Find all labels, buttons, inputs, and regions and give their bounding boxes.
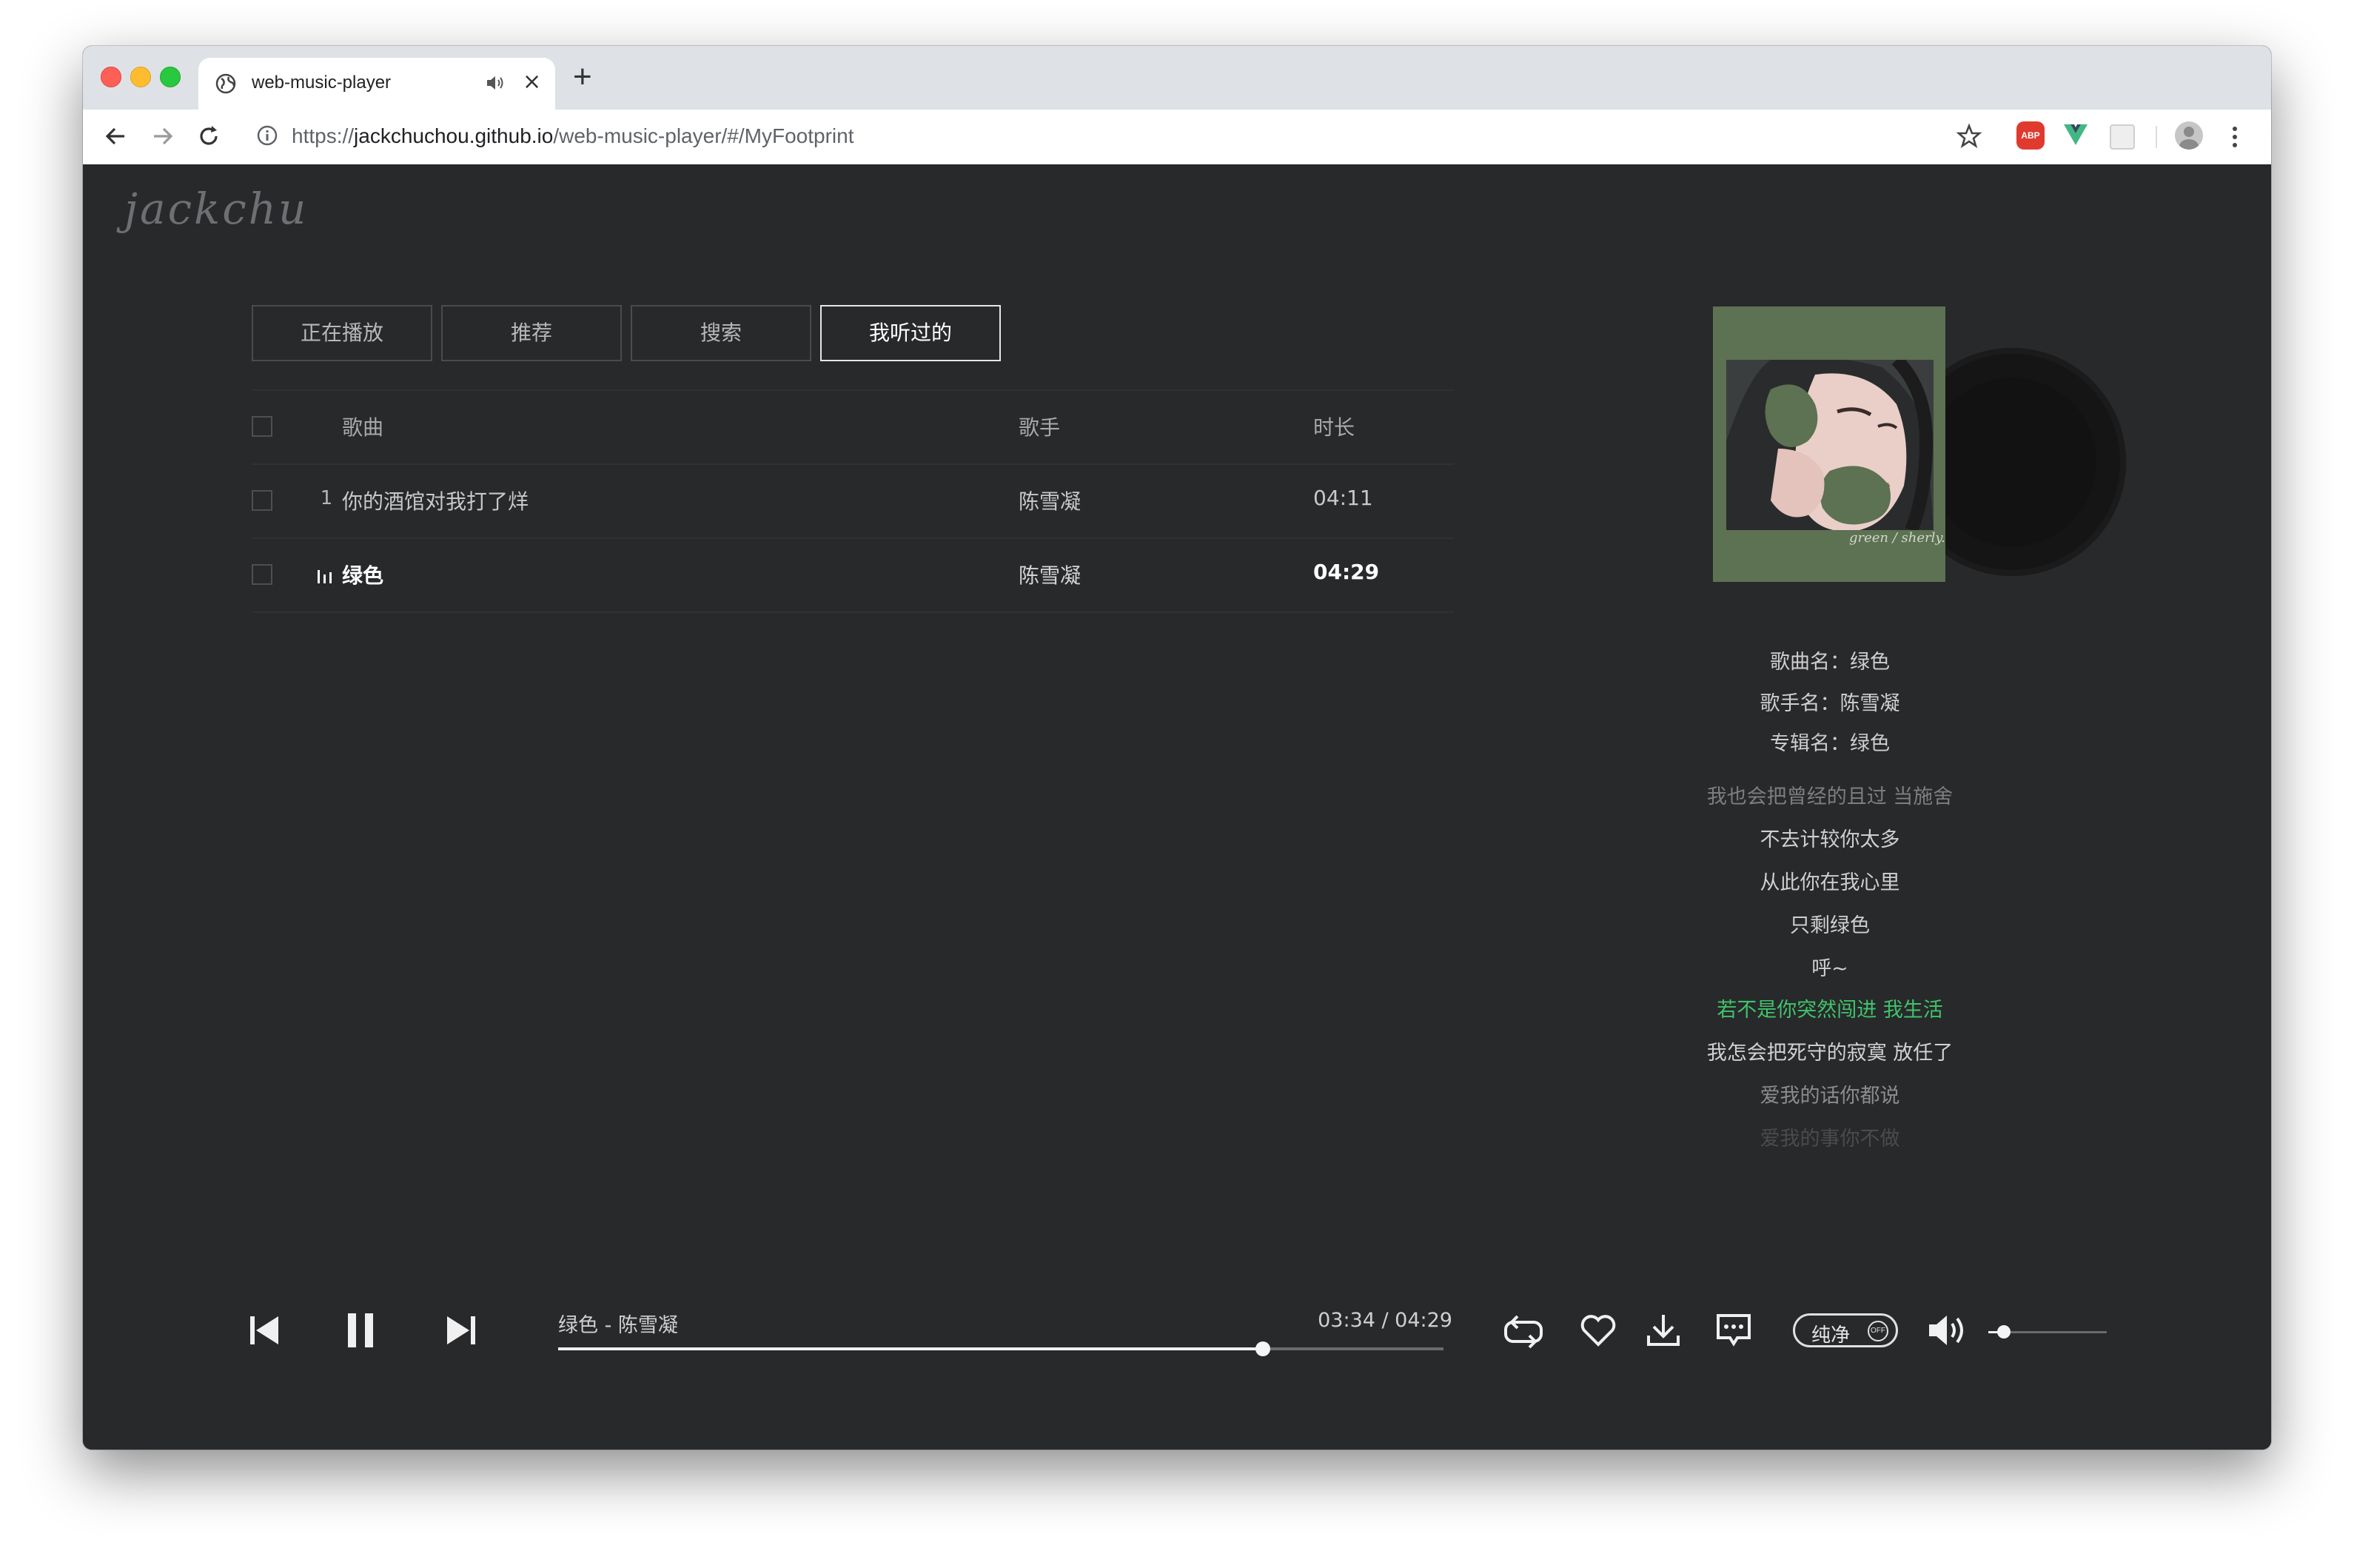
lyric-line: 我怎会把死守的寂寞 放任了	[1706, 1042, 1954, 1065]
lyric-line: 我也会把曾经的且过 当施舍	[1706, 785, 1954, 808]
toolbar-divider	[2156, 126, 2157, 148]
lyrics-top-fade	[1667, 714, 1993, 737]
pure-mode-toggle[interactable]: 纯净 OFF	[1793, 1313, 1898, 1347]
artist-value: 陈雪凝	[1840, 692, 1900, 715]
download-icon[interactable]	[1645, 1312, 1682, 1349]
comment-icon[interactable]	[1714, 1312, 1753, 1350]
song-label: 歌曲名：	[1770, 651, 1850, 674]
lyric-line-current: 若不是你突然闯进 我生活	[1717, 999, 1943, 1022]
row-song-name[interactable]: 你的酒馆对我打了烊	[342, 486, 529, 515]
row-song-name[interactable]: 绿色	[342, 560, 383, 589]
lyrics-panel: 我也会把曾经的且过 当施舍 不去计较你太多 从此你在我心里 只剩绿色 呼~ 若不…	[1667, 734, 1993, 1150]
volume-slider[interactable]	[1988, 1325, 2107, 1339]
song-info-title: 歌曲名：绿色	[1682, 646, 1978, 674]
globe-icon	[215, 73, 236, 94]
app-logo[interactable]: jackchu	[124, 184, 308, 234]
forward-icon[interactable]	[150, 123, 176, 150]
header-duration: 时长	[1313, 415, 1355, 440]
previous-icon[interactable]	[247, 1313, 281, 1347]
browser-toolbar: https://jackchuchou.github.io/web-music-…	[83, 110, 2271, 165]
row-artist: 陈雪凝	[1019, 489, 1082, 514]
next-icon[interactable]	[444, 1313, 478, 1347]
pure-mode-state: OFF	[1868, 1321, 1888, 1341]
song-list-header: 歌曲 歌手 时长	[252, 389, 1454, 465]
now-playing-title: 绿色 - 陈雪凝	[558, 1314, 678, 1337]
album-signature: green / sherly.	[1849, 530, 1945, 546]
header-song: 歌曲	[342, 415, 384, 440]
tab-my-history[interactable]: 我听过的	[820, 305, 1001, 361]
artist-label: 歌手名：	[1760, 692, 1840, 715]
tab-title: web-music-player	[252, 73, 392, 93]
volume-icon[interactable]	[1926, 1312, 1968, 1349]
loop-icon[interactable]	[1503, 1313, 1544, 1349]
browser-menu-icon[interactable]	[2230, 124, 2240, 150]
progress-fill	[558, 1347, 1264, 1350]
album-cover: green / sherly.	[1713, 306, 1945, 582]
row-checkbox[interactable]	[252, 564, 272, 585]
heart-icon[interactable]	[1580, 1313, 1617, 1347]
tab-now-playing[interactable]: 正在播放	[252, 305, 432, 361]
list-divider	[252, 612, 1454, 613]
lyric-line: 只剩绿色	[1790, 914, 1870, 937]
row-checkbox[interactable]	[252, 490, 272, 511]
url-path: /web-music-player/#/MyFootprint	[553, 124, 854, 147]
tab-audio-icon[interactable]	[486, 74, 505, 92]
reload-icon[interactable]	[195, 123, 222, 150]
adblock-extension-icon[interactable]: ABP	[2016, 121, 2045, 150]
url-scheme: https://	[292, 124, 355, 147]
window-minimize-button[interactable]	[130, 67, 151, 87]
tab-recommend[interactable]: 推荐	[441, 305, 622, 361]
pure-mode-label: 纯净	[1811, 1324, 1851, 1347]
pause-icon[interactable]	[343, 1310, 378, 1350]
lyric-line: 从此你在我心里	[1760, 871, 1900, 894]
tab-search[interactable]: 搜索	[631, 305, 811, 361]
table-row[interactable]: 绿色 陈雪凝 04:29	[252, 537, 1454, 613]
site-info-icon[interactable]	[256, 124, 278, 147]
extension-icon[interactable]	[2110, 124, 2135, 150]
browser-window: web-music-player × + https://jackchuchou…	[83, 46, 2271, 1450]
url-host: jackchuchou.github.io	[354, 124, 554, 147]
window-maximize-button[interactable]	[160, 67, 181, 87]
volume-handle[interactable]	[1996, 1325, 2011, 1339]
music-player-app: jackchu 正在播放 推荐 搜索 我听过的 歌曲 歌手 时长 1 你的酒馆对…	[83, 164, 2271, 1450]
header-artist: 歌手	[1019, 415, 1061, 440]
browser-titlebar: web-music-player × +	[83, 46, 2271, 110]
back-icon[interactable]	[102, 123, 129, 150]
table-row[interactable]: 1 你的酒馆对我打了烊 陈雪凝 04:11	[252, 463, 1454, 539]
progress-handle[interactable]	[1255, 1341, 1271, 1356]
row-artist: 陈雪凝	[1019, 563, 1082, 588]
lyric-line: 不去计较你太多	[1760, 828, 1900, 851]
lyric-line: 呼~	[1811, 957, 1848, 980]
playback-time: 03:34 / 04:29	[1318, 1309, 1452, 1332]
row-duration: 04:29	[1313, 560, 1380, 584]
song-info-artist: 歌手名：陈雪凝	[1682, 687, 1978, 716]
select-all-checkbox[interactable]	[252, 416, 272, 437]
vue-devtools-icon[interactable]	[2062, 123, 2089, 148]
profile-avatar[interactable]	[2175, 121, 2203, 150]
row-duration: 04:11	[1313, 486, 1373, 510]
bookmark-star-icon[interactable]	[1956, 123, 1982, 150]
tab-close-icon[interactable]: ×	[523, 71, 541, 93]
address-bar[interactable]: https://jackchuchou.github.io/web-music-…	[292, 124, 854, 148]
lyric-line: 爱我的事你不做	[1760, 1128, 1900, 1150]
window-close-button[interactable]	[101, 67, 121, 87]
new-tab-button[interactable]: +	[573, 61, 592, 93]
now-playing-icon	[318, 570, 332, 583]
album-portrait-art	[1726, 360, 1934, 530]
browser-tab[interactable]: web-music-player ×	[198, 58, 555, 110]
song-value: 绿色	[1850, 651, 1890, 674]
progress-bar[interactable]	[558, 1341, 1443, 1356]
lyric-line: 爱我的话你都说	[1760, 1085, 1900, 1108]
row-index: 1	[320, 487, 333, 509]
